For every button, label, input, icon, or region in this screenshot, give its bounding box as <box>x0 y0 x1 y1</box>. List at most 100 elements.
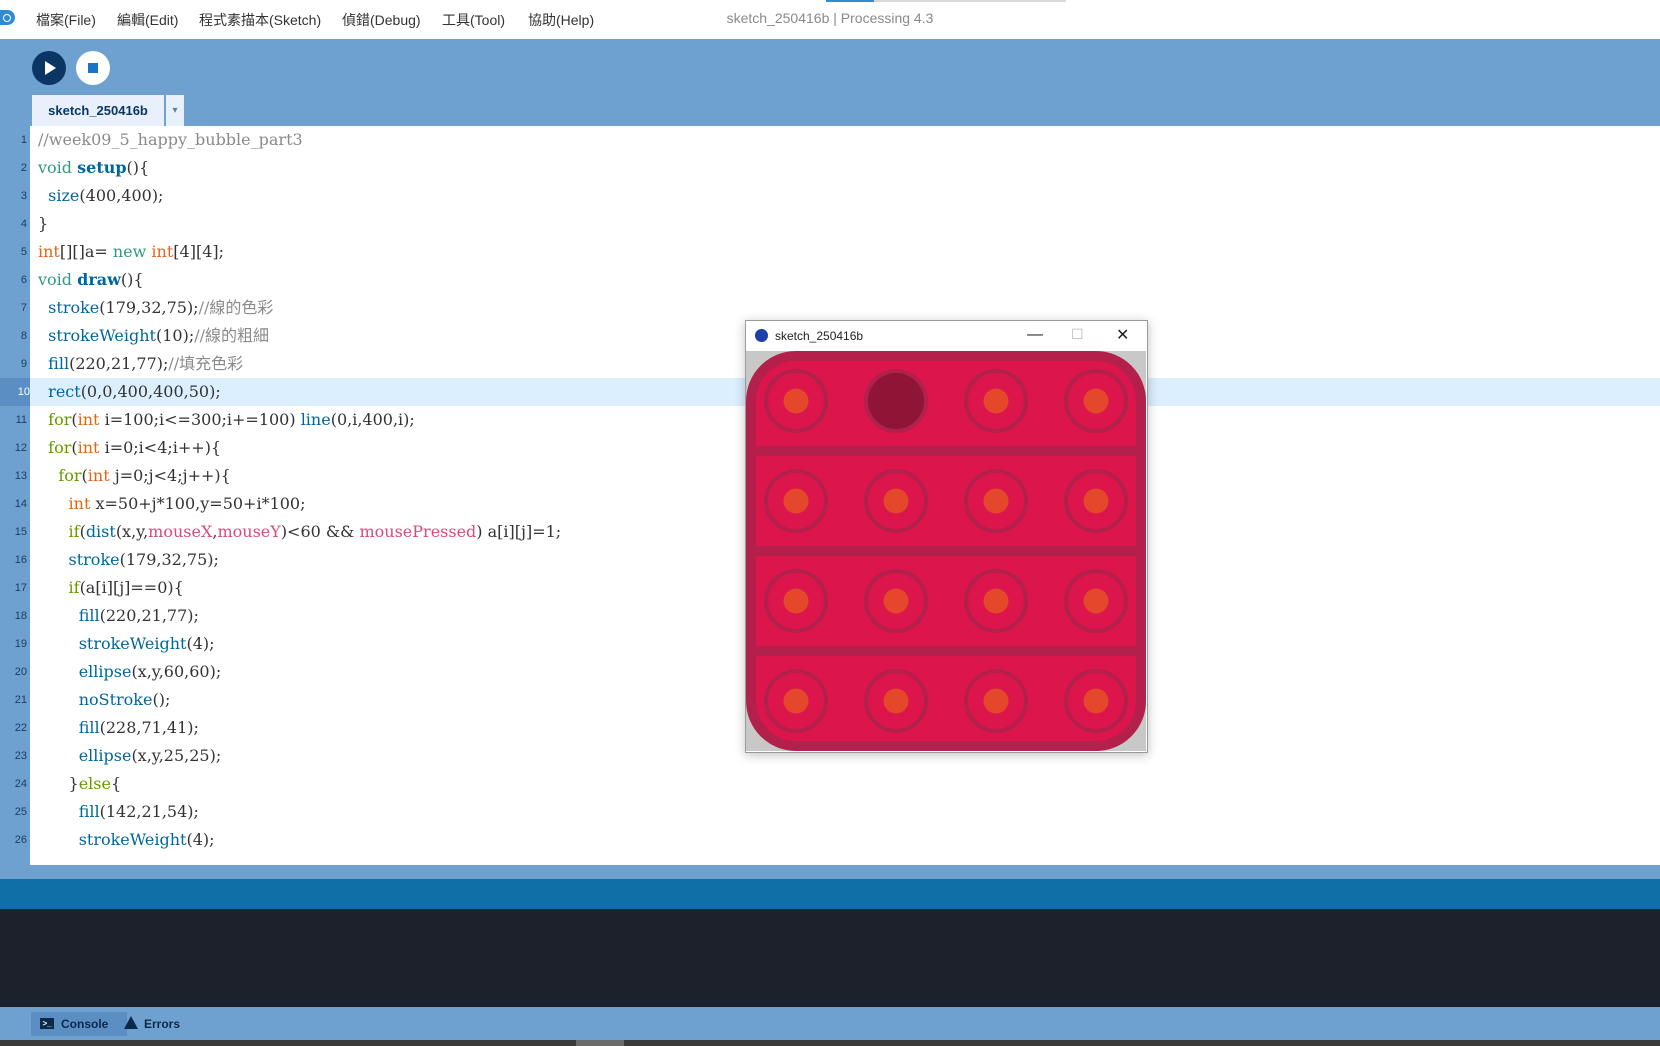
code-token: if <box>68 522 80 541</box>
sketch-window-title: sketch_250416b <box>775 329 864 343</box>
code-text: void draw(){ <box>38 266 144 294</box>
code-token: int <box>68 494 91 513</box>
code-line[interactable]: 6 void draw(){ <box>0 266 1660 294</box>
code-token: (228,71,41); <box>99 718 199 737</box>
code-token: i=100;i<=300;i+=100) <box>99 410 301 429</box>
code-token: (4); <box>186 634 215 653</box>
code-line[interactable]: 3 size(400,400); <box>0 182 1660 210</box>
menu-bar: 檔案(File) 編輯(Edit) 程式素描本(Sketch) 偵錯(Debug… <box>0 0 1660 39</box>
maximize-icon[interactable]: ☐ <box>1071 326 1084 343</box>
line-number: 25 <box>14 806 27 818</box>
code-token: new <box>112 242 147 261</box>
bubble-center <box>983 688 1009 714</box>
minimize-icon[interactable]: — <box>1027 326 1043 344</box>
tab-console[interactable]: >_ Console <box>31 1012 127 1036</box>
run-button[interactable] <box>32 51 66 85</box>
code-token: (220,21,77); <box>99 606 199 625</box>
code-token: strokeWeight <box>78 634 187 653</box>
sketch-canvas[interactable] <box>746 351 1146 751</box>
line-number: 20 <box>14 666 27 678</box>
code-token: int <box>77 410 100 429</box>
window-title: sketch_250416b | Processing 4.3 <box>726 10 934 26</box>
sketch-window-titlebar[interactable]: sketch_250416b — ☐ ✕ <box>746 321 1147 351</box>
code-token: (){ <box>126 158 150 177</box>
line-number: 14 <box>14 498 27 510</box>
tab-errors-label: Errors <box>144 1017 181 1031</box>
footer-tabs: >_ Console Errors <box>0 1007 1660 1040</box>
code-line[interactable]: 26 strokeWeight(4); <box>0 826 1660 854</box>
code-token: setup <box>77 158 127 177</box>
code-token: [4][4]; <box>173 242 224 261</box>
code-text: stroke(179,32,75);//線的色彩 <box>38 294 273 322</box>
console-output[interactable] <box>0 909 1660 1007</box>
code-token: ellipse <box>78 662 132 681</box>
code-line[interactable]: 7 stroke(179,32,75);//線的色彩 <box>0 294 1660 322</box>
code-token: ) a[i][j]=1; <box>476 522 562 541</box>
close-icon[interactable]: ✕ <box>1116 325 1129 345</box>
stop-button[interactable] <box>76 51 110 85</box>
warning-icon <box>124 1016 138 1029</box>
title-accent-bar-grey <box>874 0 1066 2</box>
code-text: strokeWeight(10);//線的粗細 <box>38 322 269 350</box>
code-line[interactable]: 25 fill(142,21,54); <box>0 798 1660 826</box>
code-line[interactable]: 5 int[][]a= new int[4][4]; <box>0 238 1660 266</box>
line-number: 10 <box>0 378 30 406</box>
code-line[interactable]: 2 void setup(){ <box>0 154 1660 182</box>
code-token: (220,21,77); <box>69 354 169 373</box>
code-text: for(int j=0;j<4;j++){ <box>38 462 230 490</box>
line-number: 11 <box>15 414 27 426</box>
code-token: for <box>48 438 72 457</box>
code-token: dist <box>85 522 116 541</box>
code-token: void <box>38 270 73 289</box>
code-token: [][]a= <box>59 242 113 261</box>
tab-console-label: Console <box>61 1017 109 1031</box>
tab-menu-chevron-down-icon[interactable]: ▾ <box>166 95 184 126</box>
code-text: int[][]a= new int[4][4]; <box>38 238 224 266</box>
code-token: mouseY <box>217 522 281 541</box>
taskbar-thumb <box>576 1040 624 1046</box>
code-text: for(int i=100;i<=300;i+=100) line(0,i,40… <box>38 406 415 434</box>
sketch-output-window: sketch_250416b — ☐ ✕ <box>745 320 1148 753</box>
tab-sketch[interactable]: sketch_250416b <box>32 95 164 126</box>
tab-errors[interactable]: Errors <box>114 1012 206 1036</box>
line-number: 5 <box>20 246 27 258</box>
code-text: } <box>38 210 48 238</box>
line-number: 26 <box>14 834 27 846</box>
bubble-center <box>1083 488 1109 514</box>
line-number: 3 <box>20 190 27 202</box>
line-number: 18 <box>14 610 27 622</box>
code-token: (4); <box>186 830 215 849</box>
code-text: fill(220,21,77); <box>38 602 199 630</box>
code-token: stroke <box>68 550 120 569</box>
code-token: (0,0,400,400,50); <box>80 382 221 401</box>
bubble-center <box>783 388 809 414</box>
code-token: strokeWeight <box>78 830 187 849</box>
code-token: int <box>38 242 60 261</box>
line-number: 23 <box>14 750 27 762</box>
code-line[interactable]: 4} <box>0 210 1660 238</box>
line-number: 4 <box>20 218 27 230</box>
line-number: 9 <box>20 358 27 370</box>
bubble-center <box>783 688 809 714</box>
code-token: (x,y, <box>115 522 149 541</box>
code-token: )<60 && <box>280 522 360 541</box>
code-line[interactable]: 1 //week09_5_happy_bubble_part3 <box>0 126 1660 154</box>
bubble-center <box>883 588 909 614</box>
code-token: i=0;i<4;i++){ <box>99 438 222 457</box>
code-token: (x,y,25,25); <box>131 746 222 765</box>
code-line[interactable]: 24 }else{ <box>0 770 1660 798</box>
toolbar: sketch_250416b ▾ <box>0 39 1660 126</box>
line-number: 21 <box>14 694 27 706</box>
code-text: int x=50+j*100,y=50+i*100; <box>38 490 306 518</box>
code-token: (10); <box>155 326 195 345</box>
bubble-grid[interactable] <box>746 351 1146 751</box>
